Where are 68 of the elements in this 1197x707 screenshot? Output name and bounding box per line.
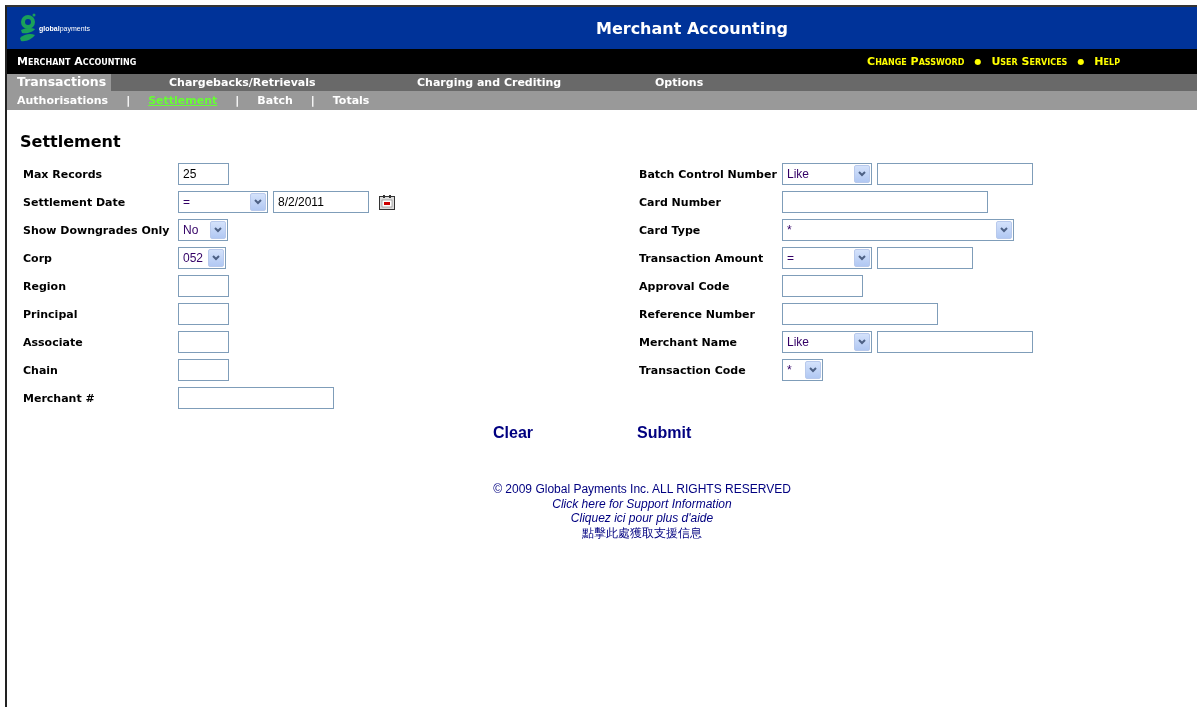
tab[interactable]: Chargebacks/Retrievals [159,74,407,91]
support-link[interactable]: 點擊此處獲取支援信息 [582,525,702,540]
calendar-icon[interactable] [379,194,395,210]
chevron-down-icon [210,221,226,239]
action-link[interactable]: Submit [637,424,781,442]
text-field[interactable] [877,331,1033,353]
field-label: Transaction Amount [639,251,765,265]
text-field[interactable] [178,303,229,325]
page-title: Merchant Accounting [595,18,788,38]
chevron-down-icon [854,333,870,351]
form-title: Settlement [20,132,122,152]
text-field[interactable] [178,359,229,381]
field-label: Chain [23,363,59,377]
tab[interactable]: Options [645,74,704,91]
separator-dot: ● [974,57,982,66]
text-field[interactable] [178,275,229,297]
text-field[interactable] [877,163,1033,185]
dropdown[interactable]: = [782,247,872,269]
field-label: Region [23,279,67,293]
chevron-down-icon [854,249,870,267]
field-label: Transaction Code [639,363,747,377]
field-label: Card Number [639,195,722,209]
field-label: Card Type [639,223,702,237]
action-link[interactable]: Clear [493,424,637,442]
field-label: Max Records [23,167,104,181]
text-field[interactable]: 8/2/2011 [273,191,369,213]
chevron-down-icon [854,165,870,183]
support-link[interactable]: Cliquez ici pour plus d'aide [570,511,714,526]
separator: | [126,94,131,107]
field-label: Reference Number [639,307,756,321]
field-label: Show Downgrades Only [23,223,171,237]
tab[interactable]: Charging and Crediting [407,74,645,91]
text-field[interactable] [178,331,229,353]
field-label: Merchant Name [639,335,739,349]
text-field[interactable] [178,387,334,409]
nav-link[interactable]: Change Password [867,55,965,68]
dropdown[interactable]: = [178,191,268,213]
chevron-down-icon [208,249,224,267]
field-label: Settlement Date [23,195,127,209]
field-label: Merchant # [23,391,96,405]
text-field[interactable] [782,275,863,297]
separator: | [310,94,315,107]
text-field[interactable] [782,191,988,213]
chevron-down-icon [996,221,1012,239]
nav-link[interactable]: User Services [991,55,1068,68]
field-label: Principal [23,307,79,321]
field-label: Approval Code [639,279,731,293]
text-field[interactable] [877,247,973,269]
dropdown[interactable]: No [178,219,228,241]
field-label: Associate [23,335,84,349]
app-name: Merchant Accounting [17,55,137,68]
chevron-down-icon [250,193,266,211]
support-link[interactable]: Click here for Support Information [552,496,732,511]
nav-link[interactable]: Help [1094,55,1120,68]
separator-dot: ● [1077,57,1085,66]
field-label: Batch Control Number [639,167,778,181]
copyright-text: © 2009 Global Payments Inc. ALL RIGHTS RESERVED [493,482,791,497]
logo-icon [19,13,37,43]
field-label: Corp [23,251,53,265]
dropdown[interactable]: * [782,359,823,381]
dropdown[interactable]: * [782,219,1014,241]
dropdown[interactable]: Like [782,331,872,353]
chevron-down-icon [805,361,821,379]
text-field[interactable]: 25 [178,163,229,185]
text-field[interactable] [782,303,938,325]
dropdown[interactable]: 052 [178,247,226,269]
dropdown[interactable]: Like [782,163,872,185]
separator: | [235,94,240,107]
